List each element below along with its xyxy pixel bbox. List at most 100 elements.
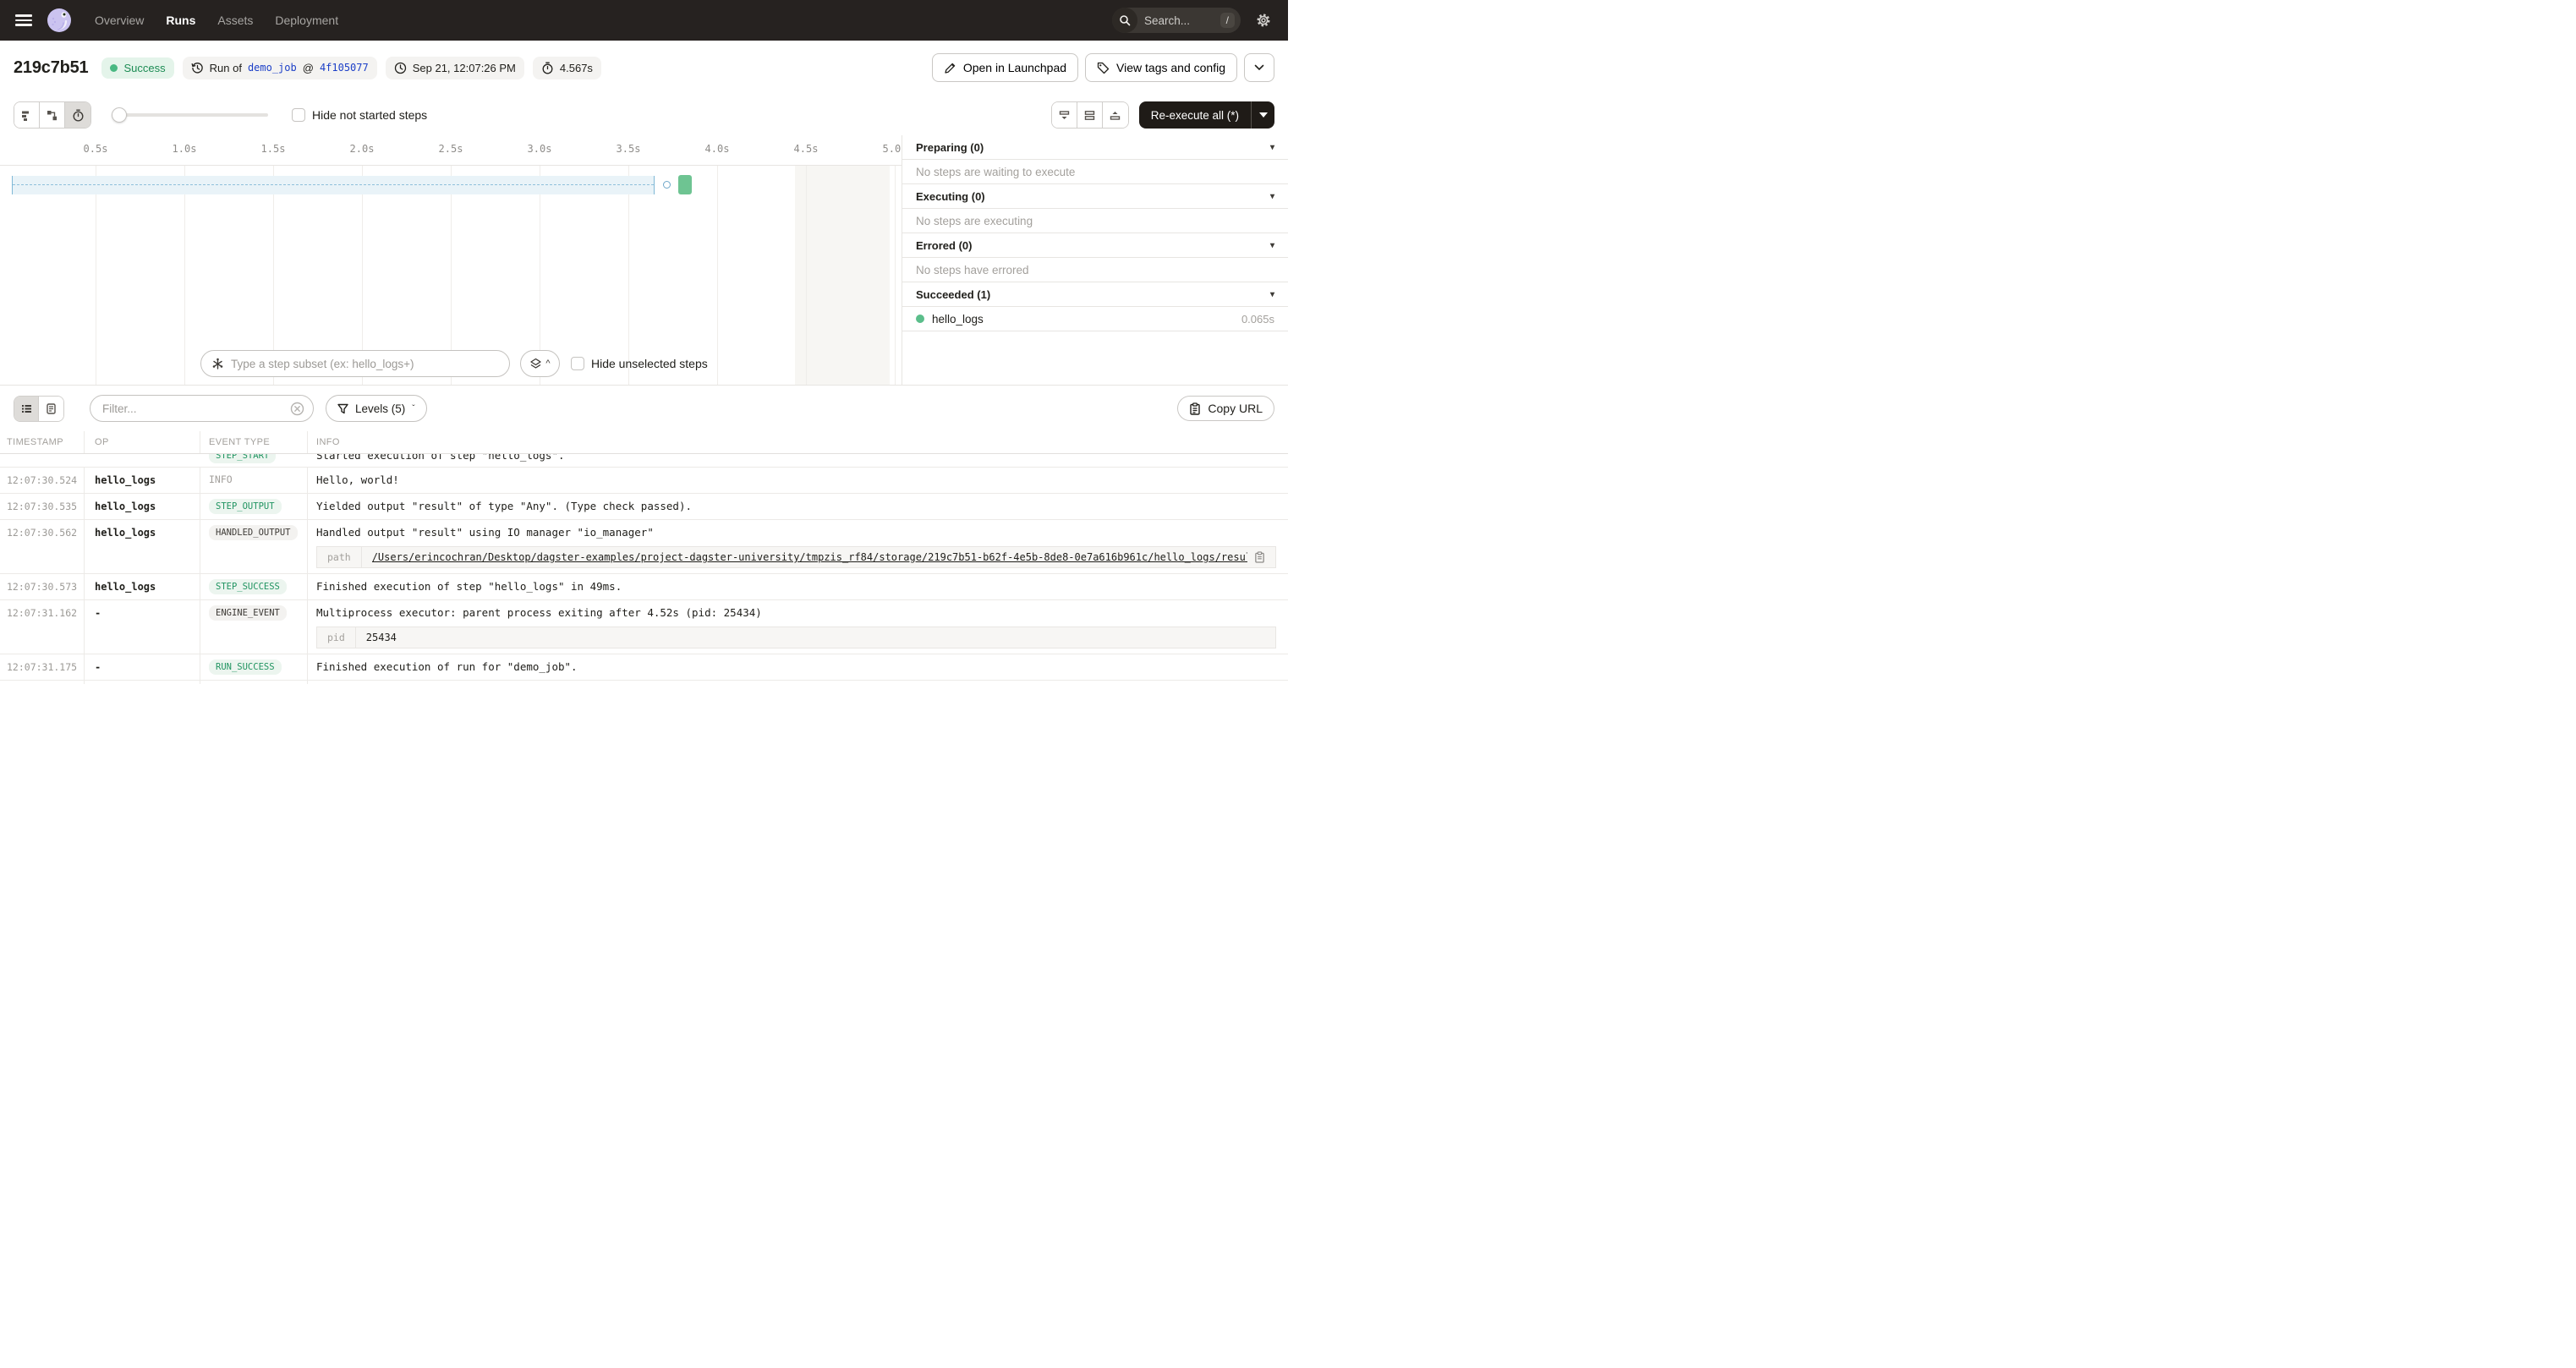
panel-expand-up-button[interactable] [1103, 102, 1128, 128]
hide-unselected-checkbox[interactable] [571, 357, 584, 370]
flat-view-button[interactable] [14, 102, 40, 128]
chevron-down-icon [1254, 64, 1264, 71]
list-view-icon [20, 402, 33, 415]
log-row[interactable]: 12:07:31.162 - ENGINE_EVENT Multiprocess… [0, 600, 1288, 654]
hide-not-started-checkbox[interactable] [292, 108, 305, 122]
hide-not-started-checkbox-row[interactable]: Hide not started steps [292, 108, 427, 122]
chevron-down-icon[interactable]: ▾ [1270, 241, 1274, 250]
tag-icon [1097, 62, 1110, 74]
nav-item-deployment[interactable]: Deployment [275, 14, 338, 27]
panel-split-button[interactable] [1077, 102, 1103, 128]
metadata-key: path [317, 547, 362, 567]
succeeded-step-row[interactable]: hello_logs 0.065s [902, 307, 1288, 331]
status-dot-icon [110, 64, 118, 72]
gantt-zoom-slider[interactable] [112, 102, 268, 128]
graph-query-toggle-button[interactable]: ^ [520, 350, 560, 377]
section-preparing-empty: No steps are waiting to execute [902, 160, 1288, 184]
run-actions-dropdown-button[interactable] [1244, 53, 1274, 82]
step-bar-hello-logs[interactable] [678, 175, 692, 194]
op-selector-icon [211, 358, 224, 370]
log-filter-input[interactable]: Filter... [90, 395, 314, 422]
log-info: Multiprocess executor: parent process ex… [316, 606, 762, 619]
status-label: Success [123, 62, 165, 74]
log-list-view-button[interactable] [14, 397, 39, 421]
log-op: hello_logs [95, 501, 156, 512]
gear-icon[interactable] [1254, 11, 1273, 30]
section-executing[interactable]: Executing (0) ▾ [902, 184, 1288, 209]
metadata-entry: path /Users/erincochran/Desktop/dagster-… [316, 546, 1276, 568]
step-waiting-band[interactable] [12, 176, 655, 194]
section-title: Errored (0) [916, 239, 972, 252]
duration-pill: 4.567s [533, 57, 601, 79]
axis-tick: 2.0s [350, 143, 375, 155]
chevron-down-icon[interactable]: ▾ [1270, 290, 1274, 299]
chevron-down-icon: ˇ [412, 404, 414, 413]
run-timestamp: Sep 21, 12:07:26 PM [413, 62, 516, 74]
log-row[interactable]: 12:07:30.573 hello_logs STEP_SUCCESS Fin… [0, 574, 1288, 600]
path-link[interactable]: /Users/erincochran/Desktop/dagster-examp… [372, 551, 1247, 563]
log-structured-view-button[interactable] [39, 397, 63, 421]
job-name-link[interactable]: demo_job [248, 62, 297, 74]
section-title: Succeeded (1) [916, 288, 990, 301]
hide-unselected-checkbox-row[interactable]: Hide unselected steps [571, 357, 708, 370]
copy-url-button[interactable]: Copy URL [1177, 396, 1274, 421]
code-version-link[interactable]: 4f105077 [320, 62, 369, 74]
hamburger-menu-icon[interactable] [15, 14, 32, 26]
copy-path-icon[interactable] [1254, 551, 1265, 563]
section-preparing[interactable]: Preparing (0) ▾ [902, 135, 1288, 160]
slider-knob[interactable] [112, 107, 127, 123]
log-info: Handled output "result" using IO manager… [316, 526, 654, 539]
reexecute-dropdown-button[interactable] [1251, 101, 1274, 129]
log-info: Yielded output "result" of type "Any". (… [316, 500, 692, 512]
axis-tick: 4.5s [794, 143, 819, 155]
view-tags-config-button[interactable]: View tags and config [1085, 53, 1237, 82]
reexecute-split-button: Re-execute all (*) [1139, 101, 1274, 129]
log-table-header: TIMESTAMP OP EVENT TYPE INFO [0, 431, 1288, 454]
log-row[interactable]: 12:07:30.524 hello_logs INFO Hello, worl… [0, 468, 1288, 494]
nav-item-overview[interactable]: Overview [95, 14, 144, 27]
col-header-timestamp: TIMESTAMP [0, 431, 85, 453]
dagster-run-page: Overview Runs Assets Deployment Search..… [0, 0, 1288, 684]
step-status-panel: Preparing (0) ▾ No steps are waiting to … [902, 135, 1288, 385]
slider-track[interactable] [112, 113, 268, 117]
nav-item-assets[interactable]: Assets [217, 14, 253, 27]
event-type-badge: HANDLED_OUTPUT [209, 525, 298, 540]
nav-item-runs[interactable]: Runs [166, 14, 195, 27]
log-row[interactable]: 12:07:31.204 - ENGINE_EVENT Process for … [0, 681, 1288, 684]
log-op: hello_logs [95, 581, 156, 593]
view-tags-config-label: View tags and config [1116, 61, 1225, 74]
log-row[interactable]: 12:07:30.535 hello_logs STEP_OUTPUT Yiel… [0, 494, 1288, 520]
gantt-toolbar: Hide not started steps Re-execute all (*… [0, 95, 1288, 135]
reexecute-all-button[interactable]: Re-execute all (*) [1139, 101, 1251, 129]
section-errored[interactable]: Errored (0) ▾ [902, 233, 1288, 258]
section-succeeded[interactable]: Succeeded (1) ▾ [902, 282, 1288, 307]
history-icon [191, 62, 204, 74]
axis-tick: 1.5s [261, 143, 286, 155]
step-subset-input[interactable]: Type a step subset (ex: hello_logs+) [200, 350, 510, 377]
chevron-down-icon[interactable]: ▾ [1270, 192, 1274, 201]
event-type-plain: INFO [209, 472, 233, 485]
panel-expand-down-button[interactable] [1052, 102, 1077, 128]
dagster-logo-icon[interactable] [46, 7, 73, 34]
open-in-launchpad-button[interactable]: Open in Launchpad [932, 53, 1078, 82]
waterfall-view-button[interactable] [40, 102, 65, 128]
primary-nav: Overview Runs Assets Deployment [95, 14, 338, 27]
log-row[interactable]: 12:07:31.175 - RUN_SUCCESS Finished exec… [0, 654, 1288, 681]
run-of-pill: Run of demo_job @ 4f105077 [183, 57, 377, 79]
chevron-down-icon[interactable]: ▾ [1270, 143, 1274, 152]
panel-layout-segment [1051, 101, 1129, 129]
step-subset-bar: Type a step subset (ex: hello_logs+) ^ H… [0, 348, 902, 379]
timed-view-button[interactable] [65, 102, 90, 128]
log-row[interactable]: 12:07:30.562 hello_logs HANDLED_OUTPUT H… [0, 520, 1288, 574]
search-input[interactable]: Search... / [1112, 8, 1241, 33]
axis-tick: 3.0s [528, 143, 552, 155]
copy-url-label: Copy URL [1208, 402, 1263, 415]
log-row-partial[interactable]: STEP_START Started execution of step "he… [0, 454, 1288, 468]
structured-view-icon [45, 402, 58, 415]
step-name: hello_logs [932, 313, 984, 326]
event-type-badge: STEP_START [209, 454, 276, 463]
event-type-badge: ENGINE_EVENT [209, 605, 287, 621]
levels-dropdown-button[interactable]: Levels (5) ˇ [326, 395, 427, 422]
clear-filter-icon[interactable] [290, 402, 304, 416]
search-placeholder: Search... [1144, 14, 1220, 27]
